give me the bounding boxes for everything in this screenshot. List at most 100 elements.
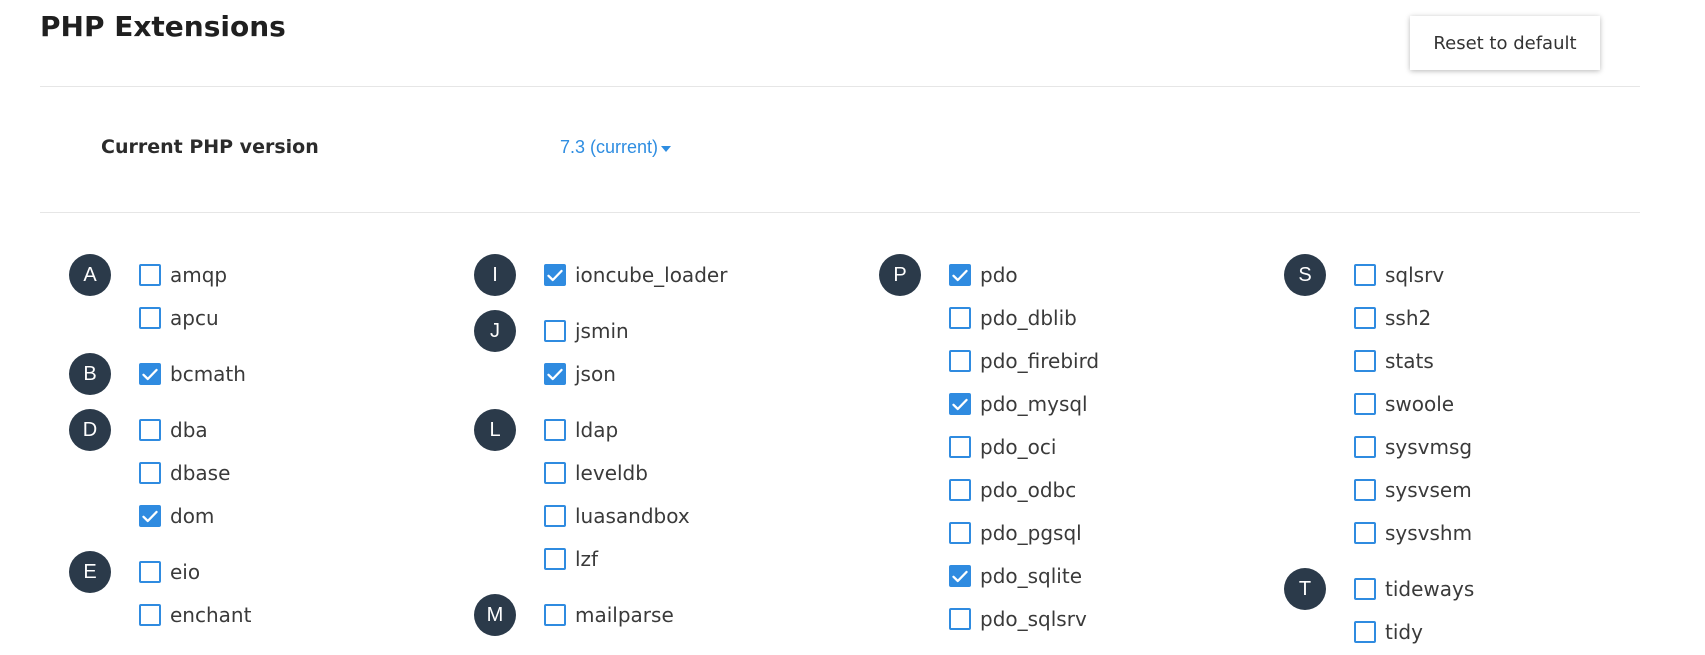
extension-item-json[interactable]: json xyxy=(544,362,616,386)
extension-label: lzf xyxy=(575,547,599,571)
extension-item-tidy[interactable]: tidy xyxy=(1354,620,1423,644)
extension-item-luasandbox[interactable]: luasandbox xyxy=(544,504,690,528)
letter-badge-m: M xyxy=(474,594,516,636)
extension-label: leveldb xyxy=(575,461,648,485)
extension-item-pdo[interactable]: pdo xyxy=(949,263,1018,287)
extension-item-eio[interactable]: eio xyxy=(139,560,200,584)
extension-checkbox[interactable] xyxy=(949,264,971,286)
extension-checkbox[interactable] xyxy=(1354,307,1376,329)
letter-badge-i: I xyxy=(474,254,516,296)
letter-badge-t: T xyxy=(1284,568,1326,610)
extension-checkbox[interactable] xyxy=(949,565,971,587)
extension-item-leveldb[interactable]: leveldb xyxy=(544,461,648,485)
extension-item-pdo_sqlsrv[interactable]: pdo_sqlsrv xyxy=(949,607,1087,631)
extension-label: pdo_pgsql xyxy=(980,521,1082,545)
extension-item-lzf[interactable]: lzf xyxy=(544,547,598,571)
extension-checkbox[interactable] xyxy=(1354,621,1376,643)
extension-label: pdo_odbc xyxy=(980,478,1077,502)
caret-down-icon xyxy=(661,145,672,152)
extension-checkbox[interactable] xyxy=(544,505,566,527)
extension-checkbox[interactable] xyxy=(544,419,566,441)
reset-to-default-button[interactable]: Reset to default xyxy=(1410,16,1600,70)
page-title: PHP Extensions xyxy=(40,10,286,43)
extension-item-amqp[interactable]: amqp xyxy=(139,263,227,287)
php-version-dropdown[interactable]: 7.3 (current) xyxy=(560,137,672,158)
extension-label: swoole xyxy=(1385,392,1455,416)
extension-item-sysvshm[interactable]: sysvshm xyxy=(1354,521,1472,545)
extension-item-apcu[interactable]: apcu xyxy=(139,306,219,330)
extension-checkbox[interactable] xyxy=(1354,436,1376,458)
extension-item-pdo_pgsql[interactable]: pdo_pgsql xyxy=(949,521,1082,545)
extension-item-pdo_oci[interactable]: pdo_oci xyxy=(949,435,1056,459)
extension-label: sysvmsg xyxy=(1385,435,1473,459)
extension-item-enchant[interactable]: enchant xyxy=(139,603,251,627)
extension-checkbox[interactable] xyxy=(544,320,566,342)
extension-checkbox[interactable] xyxy=(139,604,161,626)
extension-checkbox[interactable] xyxy=(139,264,161,286)
current-php-version-label: Current PHP version xyxy=(101,136,319,158)
extension-label: tideways xyxy=(1385,577,1475,601)
extension-item-pdo_firebird[interactable]: pdo_firebird xyxy=(949,349,1099,373)
divider xyxy=(40,86,1640,87)
extension-checkbox[interactable] xyxy=(949,608,971,630)
extension-checkbox[interactable] xyxy=(949,436,971,458)
extension-checkbox[interactable] xyxy=(139,363,161,385)
extension-checkbox[interactable] xyxy=(544,604,566,626)
extension-label: json xyxy=(575,362,616,386)
extension-item-ioncube_loader[interactable]: ioncube_loader xyxy=(544,263,727,287)
extension-checkbox[interactable] xyxy=(139,505,161,527)
extension-checkbox[interactable] xyxy=(949,307,971,329)
extension-checkbox[interactable] xyxy=(139,307,161,329)
extension-item-stats[interactable]: stats xyxy=(1354,349,1434,373)
extension-checkbox[interactable] xyxy=(544,462,566,484)
extension-item-pdo_sqlite[interactable]: pdo_sqlite xyxy=(949,564,1082,588)
extension-checkbox[interactable] xyxy=(1354,264,1376,286)
extension-item-sqlsrv[interactable]: sqlsrv xyxy=(1354,263,1444,287)
extension-label: dba xyxy=(170,418,208,442)
letter-badge-b: B xyxy=(69,353,111,395)
extension-label: sqlsrv xyxy=(1385,263,1445,287)
extension-checkbox[interactable] xyxy=(1354,578,1376,600)
extension-checkbox[interactable] xyxy=(1354,522,1376,544)
extension-item-dba[interactable]: dba xyxy=(139,418,208,442)
extension-checkbox[interactable] xyxy=(139,419,161,441)
extension-label: luasandbox xyxy=(575,504,690,528)
extension-item-pdo_mysql[interactable]: pdo_mysql xyxy=(949,392,1088,416)
extension-checkbox[interactable] xyxy=(544,548,566,570)
extension-checkbox[interactable] xyxy=(949,479,971,501)
extension-checkbox[interactable] xyxy=(544,264,566,286)
extension-checkbox[interactable] xyxy=(949,350,971,372)
extension-item-sysvmsg[interactable]: sysvmsg xyxy=(1354,435,1472,459)
extension-checkbox[interactable] xyxy=(1354,393,1376,415)
extension-item-swoole[interactable]: swoole xyxy=(1354,392,1454,416)
extension-item-pdo_dblib[interactable]: pdo_dblib xyxy=(949,306,1077,330)
extension-checkbox[interactable] xyxy=(544,363,566,385)
extension-checkbox[interactable] xyxy=(949,393,971,415)
extension-item-dbase[interactable]: dbase xyxy=(139,461,230,485)
extension-checkbox[interactable] xyxy=(1354,479,1376,501)
extension-label: pdo_firebird xyxy=(980,349,1100,373)
extension-item-ssh2[interactable]: ssh2 xyxy=(1354,306,1431,330)
letter-badge-d: D xyxy=(69,409,111,451)
extension-checkbox[interactable] xyxy=(139,561,161,583)
extension-label: ldap xyxy=(575,418,619,442)
extension-item-ldap[interactable]: ldap xyxy=(544,418,618,442)
extension-label: dom xyxy=(170,504,215,528)
letter-badge-a: A xyxy=(69,254,111,296)
extension-item-jsmin[interactable]: jsmin xyxy=(544,319,629,343)
extension-item-bcmath[interactable]: bcmath xyxy=(139,362,246,386)
extension-label: pdo_oci xyxy=(980,435,1057,459)
extension-item-tideways[interactable]: tideways xyxy=(1354,577,1474,601)
extension-checkbox[interactable] xyxy=(1354,350,1376,372)
extension-item-pdo_odbc[interactable]: pdo_odbc xyxy=(949,478,1076,502)
extension-checkbox[interactable] xyxy=(949,522,971,544)
extension-label: pdo_sqlsrv xyxy=(980,607,1087,631)
letter-badge-s: S xyxy=(1284,254,1326,296)
extension-item-sysvsem[interactable]: sysvsem xyxy=(1354,478,1472,502)
extension-label: ioncube_loader xyxy=(575,263,728,287)
extension-checkbox[interactable] xyxy=(139,462,161,484)
extension-item-mailparse[interactable]: mailparse xyxy=(544,603,674,627)
extension-label: mailparse xyxy=(575,603,674,627)
extension-label: sysvshm xyxy=(1385,521,1473,545)
extension-item-dom[interactable]: dom xyxy=(139,504,214,528)
